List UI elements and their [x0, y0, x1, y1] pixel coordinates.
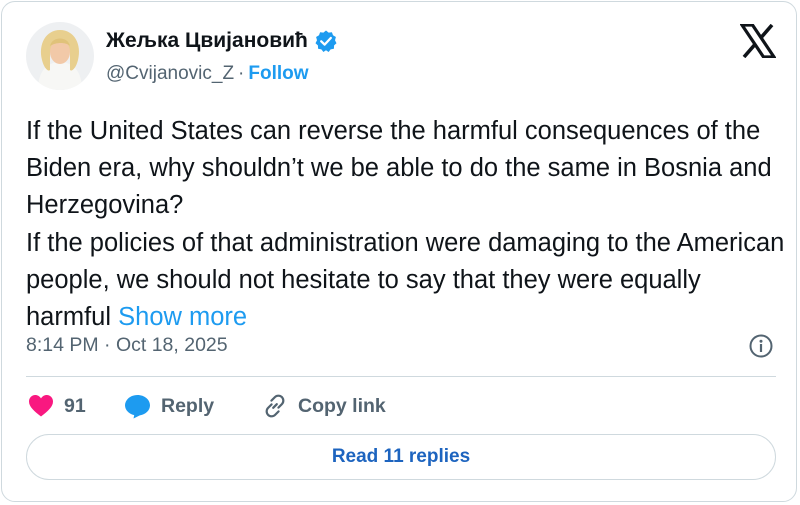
- link-icon: [265, 394, 285, 418]
- like-count: 91: [64, 394, 86, 417]
- reply-label: Reply: [161, 394, 215, 417]
- tweet-paragraph: If the United States can reverse the har…: [26, 117, 772, 220]
- divider: [26, 376, 776, 377]
- avatar-image: [26, 22, 94, 90]
- follow-button[interactable]: Follow: [248, 63, 308, 84]
- author-name-row: Жељка Цвијановић: [106, 29, 338, 53]
- tweet-text: If the United States can reverse the har…: [26, 113, 786, 336]
- author-name[interactable]: Жељка Цвијановић: [106, 29, 308, 53]
- author-handle[interactable]: @Cvijanovic_Z: [106, 63, 234, 84]
- read-replies-button[interactable]: Read 11 replies: [26, 434, 776, 480]
- separator-dot: ·: [238, 63, 245, 84]
- x-logo-icon[interactable]: [738, 23, 778, 59]
- copy-link-label: Copy link: [298, 394, 386, 417]
- show-more-link[interactable]: Show more: [118, 303, 247, 331]
- info-icon[interactable]: [748, 333, 774, 359]
- handle-row: @Cvijanovic_Z · Follow: [106, 63, 309, 85]
- like-button[interactable]: 91: [28, 394, 124, 418]
- copy-link-button[interactable]: Copy link: [262, 393, 386, 419]
- reply-button[interactable]: Reply: [124, 394, 262, 419]
- tweet-paragraph-with-more: If the policies of that administration w…: [26, 225, 786, 337]
- action-bar: 91 Reply Copy link: [28, 390, 386, 422]
- speech-bubble-icon: [125, 394, 150, 418]
- tweet-timestamp[interactable]: 8:14 PM · Oct 18, 2025: [26, 334, 228, 357]
- read-replies-label: Read 11 replies: [331, 446, 471, 467]
- tweet-card: Жељка Цвијановић @Cvijanovic_Z · Follow If…: [1, 1, 797, 502]
- heart-icon: [29, 395, 53, 417]
- verified-badge-icon: [314, 29, 338, 53]
- author-avatar[interactable]: [26, 22, 94, 90]
